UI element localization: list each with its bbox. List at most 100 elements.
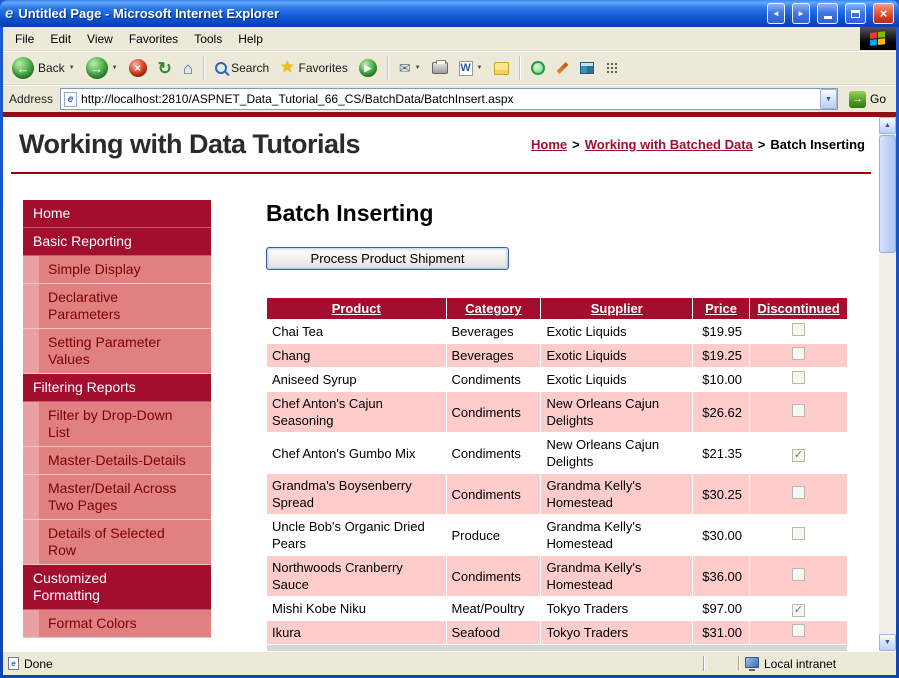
category-cell: Condiments xyxy=(446,556,541,597)
print-button[interactable] xyxy=(427,60,453,76)
discontinued-checkbox xyxy=(792,568,805,581)
sidebar-indent-strip xyxy=(23,402,39,447)
discuss-button[interactable] xyxy=(489,60,514,77)
sidebar-item-master-details-details[interactable]: Master-Details-Details xyxy=(23,447,211,475)
table-row: Chef Anton's Cajun SeasoningCondimentsNe… xyxy=(267,392,848,433)
browser-window: e Untitled Page - Microsoft Internet Exp… xyxy=(0,0,899,678)
menu-edit[interactable]: Edit xyxy=(42,30,79,48)
sidebar-item-declarative-parameters[interactable]: Declarative Parameters xyxy=(23,284,211,329)
breadcrumb-link[interactable]: Working with Batched Data xyxy=(585,137,753,152)
column-header-price[interactable]: Price xyxy=(693,298,750,320)
media-button[interactable]: ▶ xyxy=(354,57,382,79)
product-cell: Chai Tea xyxy=(267,320,447,344)
favorites-button[interactable]: ★ Favorites xyxy=(275,58,353,78)
sidebar-indent-strip xyxy=(23,256,39,284)
table-row: IkuraSeafoodTokyo Traders$31.00 xyxy=(267,621,848,645)
media-icon: ▶ xyxy=(359,59,377,77)
column-header-link[interactable]: Category xyxy=(465,301,521,316)
sidebar-item-details-of-selected-row[interactable]: Details of Selected Row xyxy=(23,520,211,565)
scrollbar-track[interactable] xyxy=(879,254,896,634)
titlebar-arrow-left-button[interactable]: ◄ xyxy=(767,3,785,24)
titlebar-arrow-right-button[interactable]: ► xyxy=(792,3,810,24)
research-button[interactable] xyxy=(575,60,599,76)
search-button[interactable]: Search xyxy=(210,59,274,77)
sidebar-item-master-detail-across-two-pages[interactable]: Master/Detail Across Two Pages xyxy=(23,475,211,520)
vertical-scrollbar[interactable]: ▲ ▼ xyxy=(879,117,896,651)
back-button[interactable]: ← Back ▼ xyxy=(7,55,80,81)
messenger-button[interactable] xyxy=(526,59,550,77)
scroll-down-button[interactable]: ▼ xyxy=(879,634,896,651)
mail-button[interactable]: ✉ ▼ xyxy=(394,59,426,77)
tiles-button[interactable] xyxy=(600,59,624,77)
supplier-cell: Tokyo Traders xyxy=(541,621,693,645)
stop-button[interactable]: × xyxy=(124,57,152,79)
price-cell: $36.00 xyxy=(693,556,750,597)
column-header-link[interactable]: Price xyxy=(705,301,737,316)
edit-button[interactable]: W ▼ xyxy=(454,59,488,78)
category-cell: Beverages xyxy=(446,320,541,344)
discuss-note-icon xyxy=(494,62,509,75)
local-intranet-icon xyxy=(745,657,759,668)
scrollbar-thumb[interactable] xyxy=(879,135,896,253)
sidebar-indent-strip xyxy=(23,475,39,520)
supplier-cell: Exotic Liquids xyxy=(541,320,693,344)
discontinued-checkbox xyxy=(792,486,805,499)
back-icon: ← xyxy=(12,57,34,79)
close-button[interactable]: × xyxy=(873,3,894,24)
discontinued-cell xyxy=(750,368,848,392)
edit-dropdown-icon: ▼ xyxy=(477,65,483,71)
sidebar-indent-strip xyxy=(23,284,39,329)
favorites-star-icon: ★ xyxy=(280,60,294,76)
breadcrumb-link[interactable]: Home xyxy=(531,137,567,152)
address-dropdown-button[interactable]: ▼ xyxy=(820,89,837,109)
scroll-up-button[interactable]: ▲ xyxy=(879,117,896,134)
sidebar-item-simple-display[interactable]: Simple Display xyxy=(23,256,211,284)
discontinued-cell xyxy=(750,392,848,433)
sidebar-item-basic-reporting[interactable]: Basic Reporting xyxy=(23,228,211,256)
column-header-discontinued[interactable]: Discontinued xyxy=(750,298,848,320)
menu-view[interactable]: View xyxy=(79,30,121,48)
status-divider xyxy=(703,656,704,671)
home-button[interactable]: ⌂ xyxy=(178,58,198,79)
column-header-link[interactable]: Discontinued xyxy=(757,301,839,316)
forward-button[interactable]: → ▼ xyxy=(81,55,123,81)
arrow-right-icon: ► xyxy=(797,9,805,18)
discontinued-cell xyxy=(750,344,848,368)
go-arrow-icon: → xyxy=(849,91,866,108)
table-row: Aniseed SyrupCondimentsExotic Liquids$10… xyxy=(267,368,848,392)
table-row: Grandma's Boysenberry SpreadCondimentsGr… xyxy=(267,474,848,515)
category-cell: Condiments xyxy=(446,474,541,515)
sidebar-item-customized-formatting[interactable]: Customized Formatting xyxy=(23,565,211,610)
breadcrumb: Home>Working with Batched Data>Batch Ins… xyxy=(531,137,865,152)
address-input[interactable]: e http://localhost:2810/ASPNET_Data_Tuto… xyxy=(60,88,838,110)
sidebar-item-label: Declarative Parameters xyxy=(39,284,211,329)
maximize-button[interactable] xyxy=(845,3,866,24)
pencil-tool-button[interactable] xyxy=(551,64,574,72)
home-icon: ⌂ xyxy=(183,60,193,77)
minimize-button[interactable] xyxy=(817,3,838,24)
search-label: Search xyxy=(231,61,269,75)
sidebar-item-home[interactable]: Home xyxy=(23,200,211,228)
go-button[interactable]: → Go xyxy=(843,91,892,108)
column-header-link[interactable]: Supplier xyxy=(591,301,643,316)
ie-logo-icon: e xyxy=(5,6,13,21)
table-row: Northwoods Cranberry SauceCondimentsGran… xyxy=(267,556,848,597)
toolbar-separator xyxy=(519,56,521,80)
column-header-product[interactable]: Product xyxy=(267,298,447,320)
column-header-supplier[interactable]: Supplier xyxy=(541,298,693,320)
process-product-shipment-button[interactable]: Process Product Shipment xyxy=(266,247,509,270)
sidebar-item-label: Master/Detail Across Two Pages xyxy=(39,475,211,520)
sidebar-item-setting-parameter-values[interactable]: Setting Parameter Values xyxy=(23,329,211,374)
refresh-button[interactable]: ↻ xyxy=(153,58,177,79)
edit-word-icon: W xyxy=(459,61,473,76)
supplier-cell: New Orleans Cajun Delights xyxy=(541,392,693,433)
sidebar-item-filtering-reports[interactable]: Filtering Reports xyxy=(23,374,211,402)
sidebar-item-filter-by-drop-down-list[interactable]: Filter by Drop-Down List xyxy=(23,402,211,447)
menu-file[interactable]: File xyxy=(7,30,42,48)
menu-tools[interactable]: Tools xyxy=(186,30,230,48)
column-header-link[interactable]: Product xyxy=(332,301,381,316)
sidebar-item-format-colors[interactable]: Format Colors xyxy=(23,610,211,638)
column-header-category[interactable]: Category xyxy=(446,298,541,320)
menu-favorites[interactable]: Favorites xyxy=(121,30,186,48)
menu-help[interactable]: Help xyxy=(230,30,271,48)
